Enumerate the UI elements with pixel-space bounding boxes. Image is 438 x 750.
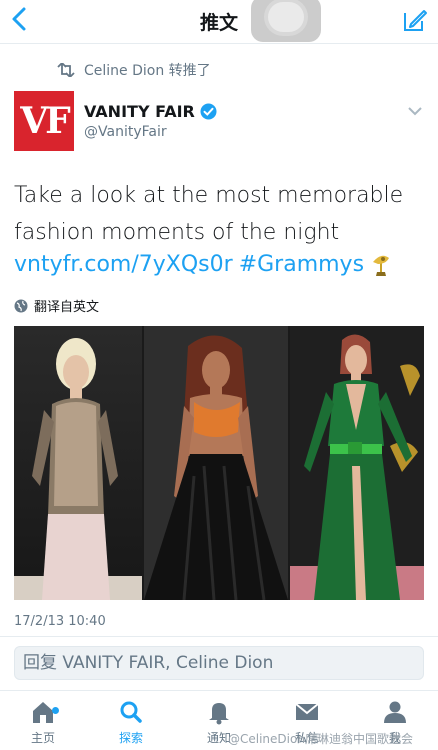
author-name-row[interactable]: VANITY FAIR [84,102,217,121]
tab-home-label: 主页 [30,731,55,745]
translate-label: 翻译自英文 [34,300,100,315]
chevron-down-icon[interactable] [408,106,422,116]
photo-panel-1 [14,326,142,600]
grammy-trophy-icon [373,255,390,276]
tweet-timestamp: 17/2/13 10:40 [14,614,106,629]
bell-icon [209,703,229,725]
person-icon [384,701,406,723]
watermark-text: @CelineDion席琳迪翁中国歌迷会 [228,732,413,746]
tweet-photo[interactable] [14,326,424,600]
author-name: VANITY FAIR [84,102,195,121]
retweet-icon [57,63,75,77]
top-nav-bar: 推文 [0,0,438,44]
author-handle[interactable]: @VanityFair [84,124,167,140]
verified-badge-icon [200,103,217,120]
page-title: 推文 [199,12,238,34]
tweet-link-line: vntyfr.com/7yXQs0r #Grammys [14,250,392,280]
avatar[interactable]: VF [14,91,74,151]
photo-panel-2 [144,326,288,600]
tweet-hashtag[interactable]: #Grammys [239,250,364,280]
tab-explore-label: 探索 [118,731,143,745]
translate-link[interactable]: 翻译自英文 [14,296,99,315]
globe-icon [14,299,28,312]
photo-panel-3 [290,326,424,600]
retweet-text: Celine Dion 转推了 [84,63,211,79]
tab-explore[interactable]: 探索 [91,699,171,746]
reply-input[interactable]: 回复 VANITY FAIR, Celine Dion [14,646,424,680]
tweet-text: Take a look at the most memorable fashio… [14,183,404,245]
envelope-icon [295,703,319,720]
divider [0,636,438,637]
notification-dot [52,707,59,714]
assistive-touch-button[interactable] [251,0,321,42]
tab-home[interactable]: 主页 [3,699,83,746]
retweet-attribution[interactable]: Celine Dion 转推了 [56,60,211,80]
tweet-link[interactable]: vntyfr.com/7yXQs0r [14,250,233,280]
search-icon [120,701,142,723]
compose-tweet-icon[interactable] [402,7,428,33]
